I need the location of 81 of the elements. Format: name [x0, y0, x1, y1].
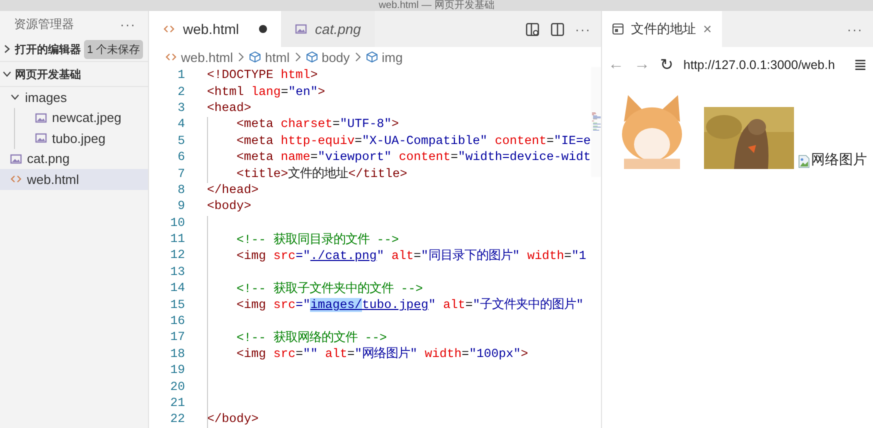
image-file-icon — [10, 152, 22, 165]
more-button[interactable]: ··· — [575, 22, 591, 36]
line-number: 7 — [176, 166, 186, 181]
line-number: 22 — [169, 412, 186, 426]
code-file-icon — [163, 23, 175, 35]
chevron-right-icon — [237, 51, 246, 63]
line-number: 14 — [169, 281, 186, 296]
line-number: 13 — [169, 264, 186, 279]
code-line: <img src="" alt="网络图片" width="100px"> — [236, 346, 528, 362]
line-number: 18 — [169, 346, 186, 361]
code-line: <meta charset="UTF-8"> — [236, 117, 399, 132]
line-number: 1 — [176, 68, 186, 82]
tree-item[interactable]: tubo.jpeg — [52, 130, 106, 146]
breadcrumb-item[interactable]: html — [265, 50, 290, 64]
line-number: 8 — [176, 182, 186, 197]
code-line: <img src="./cat.png" alt="同目录下的图片" width="1 — [236, 248, 586, 264]
code-line: <!-- 获取网络的文件 --> — [236, 330, 387, 346]
reload-button[interactable]: ↻ — [660, 55, 674, 75]
cube-icon — [306, 51, 318, 63]
chevron-icon[interactable] — [10, 92, 20, 102]
editor-tab[interactable]: web.html — [149, 11, 282, 47]
preview-icon[interactable] — [525, 22, 540, 36]
line-number: 17 — [169, 330, 186, 344]
chevron-icon[interactable] — [2, 44, 12, 54]
window-title: web.html — 网页开发基础 — [378, 0, 494, 11]
broken-image-icon — [798, 154, 810, 169]
cube-icon — [249, 51, 262, 63]
line-number: 10 — [169, 216, 186, 230]
line-number: 19 — [169, 363, 186, 378]
code-line: </head> — [207, 182, 259, 197]
browser-icon — [612, 23, 624, 35]
menu-button[interactable]: ≣ — [854, 55, 867, 75]
breadcrumb-item[interactable]: web.html — [181, 50, 234, 64]
line-number: 4 — [176, 117, 186, 132]
code-line: <!-- 获取子文件夹中的文件 --> — [236, 280, 423, 297]
code-file-icon — [165, 51, 177, 63]
code-line: <!-- 获取同目录的文件 --> — [236, 232, 399, 248]
code-line: <img src="images/tubo.jpeg" alt="子文件夹中的图片" — [236, 296, 584, 314]
chevron-right-icon — [294, 51, 302, 63]
code-line: <html lang="en"> — [207, 84, 326, 99]
line-number: 16 — [169, 314, 186, 328]
code-line: </body> — [207, 412, 259, 426]
line-number: 2 — [176, 84, 186, 99]
line-number: 20 — [169, 380, 186, 394]
line-number: 3 — [176, 100, 186, 115]
line-number: 21 — [169, 396, 186, 410]
preview-tab[interactable]: 文件的地址 × — [602, 11, 722, 47]
more-button[interactable]: ··· — [120, 16, 136, 32]
url-field[interactable]: http://127.0.0.1:3000/web.h — [683, 58, 844, 72]
code-line: <title>文件的地址</title> — [236, 166, 408, 182]
explorer-title: 资源管理器 — [14, 16, 74, 32]
code-line: <head> — [207, 100, 252, 115]
code-line: <meta http-equiv="X-UA-Compatible" content="IE=e — [236, 134, 591, 148]
code-line: <meta name="viewport" content="width=device-widt — [236, 150, 591, 164]
folder-label[interactable]: 网页开发基础 — [15, 66, 81, 82]
alt-text: 网络图片 — [811, 151, 867, 169]
line-number: 15 — [169, 298, 186, 312]
image-file-icon — [295, 23, 308, 35]
tree-item[interactable]: newcat.jpeg — [52, 110, 122, 126]
line-number: 9 — [176, 199, 186, 214]
chevron-icon[interactable] — [2, 69, 12, 79]
close-button[interactable]: × — [703, 20, 712, 38]
breadcrumb-item[interactable]: img — [382, 50, 403, 64]
code-line: <!DOCTYPE html> — [207, 68, 318, 82]
section-header[interactable]: 打开的编辑器 — [15, 42, 81, 56]
unsaved-badge: 1 个未保存 — [84, 40, 144, 58]
line-number: 12 — [169, 248, 186, 262]
editor-tab[interactable]: cat.png — [281, 11, 375, 47]
tree-item[interactable]: images — [25, 90, 67, 105]
more-button[interactable]: ··· — [847, 22, 863, 36]
tree-item[interactable]: cat.png — [27, 151, 70, 166]
code-line: <body> — [207, 199, 252, 214]
line-number: 6 — [176, 150, 186, 164]
breadcrumb-item[interactable]: body — [322, 50, 350, 64]
split-editor-icon[interactable] — [550, 22, 565, 36]
chevron-right-icon — [354, 51, 362, 63]
image-file-icon — [35, 132, 47, 144]
line-number: 5 — [176, 134, 186, 148]
cube-icon — [366, 51, 378, 63]
line-number: 11 — [169, 232, 186, 246]
image-file-icon — [35, 112, 47, 124]
